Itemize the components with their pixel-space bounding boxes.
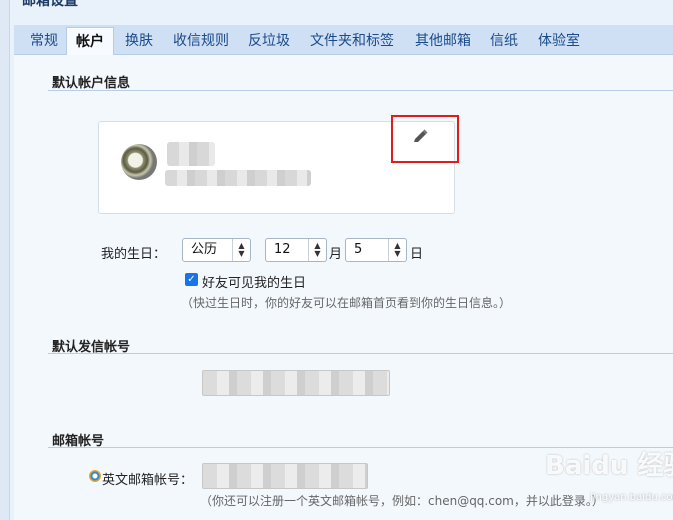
left-sidebar-strip [0, 0, 10, 520]
section-divider [48, 353, 673, 354]
english-account-input[interactable] [202, 463, 368, 489]
english-account-label: 英文邮箱帐号： [102, 473, 194, 488]
tab-other-mailboxes[interactable]: 其他邮箱 [415, 27, 471, 55]
english-account-hint: （你还可以注册一个英文邮箱帐号，例如：chen@qq.com，并以此登录。） [200, 494, 604, 508]
tab-folders-labels[interactable]: 文件夹和标签 [310, 27, 394, 55]
birth-day-value: 5 [354, 242, 363, 257]
birth-month-select[interactable]: 12 ▲ ▼ [265, 238, 327, 262]
redacted-nickname [167, 142, 215, 166]
tab-lab[interactable]: 体验室 [538, 27, 580, 55]
tab-antispam[interactable]: 反垃圾 [248, 27, 290, 55]
baidu-watermark: Baidu 经验 [545, 451, 673, 481]
pencil-icon[interactable] [409, 126, 431, 148]
select-arrows-icon: ▲ ▼ [308, 239, 326, 261]
tab-skin[interactable]: 换肤 [125, 27, 153, 55]
calendar-type-value: 公历 [191, 242, 218, 257]
month-unit: 月 [329, 247, 343, 262]
redacted-email [165, 170, 311, 186]
section-title-default-account: 默认帐户信息 [52, 76, 131, 91]
qq-mail-icon [89, 470, 101, 482]
day-unit: 日 [410, 247, 424, 262]
tab-mail-rules[interactable]: 收信规则 [173, 27, 229, 55]
baidu-watermark-url: jingyan.baidu.com [590, 492, 673, 503]
avatar [121, 144, 157, 180]
section-divider [48, 90, 673, 91]
tab-general[interactable]: 常规 [30, 27, 58, 55]
birthday-hint: （快过生日时，你的好友可以在邮箱首页看到你的生日信息。） [181, 296, 512, 310]
settings-tab-bar: 常规 帐户 换肤 收信规则 反垃圾 文件夹和标签 其他邮箱 信纸 体验室 [14, 25, 673, 55]
default-sender-select[interactable] [202, 370, 390, 396]
tab-account[interactable]: 帐户 [66, 27, 114, 55]
birth-day-select[interactable]: 5 ▲ ▼ [345, 238, 407, 262]
birth-month-value: 12 [274, 242, 291, 257]
birthday-label: 我的生日： [101, 247, 167, 262]
birthday-visible-label: 好友可见我的生日 [202, 276, 307, 291]
tab-stationery[interactable]: 信纸 [490, 27, 518, 55]
page-title: 邮箱设置 [22, 0, 78, 9]
select-arrows-icon: ▲ ▼ [388, 239, 406, 261]
select-arrows-icon: ▲ ▼ [232, 239, 250, 261]
calendar-type-select[interactable]: 公历 ▲ ▼ [182, 238, 251, 262]
birthday-visible-checkbox[interactable]: ✓ [185, 273, 198, 286]
